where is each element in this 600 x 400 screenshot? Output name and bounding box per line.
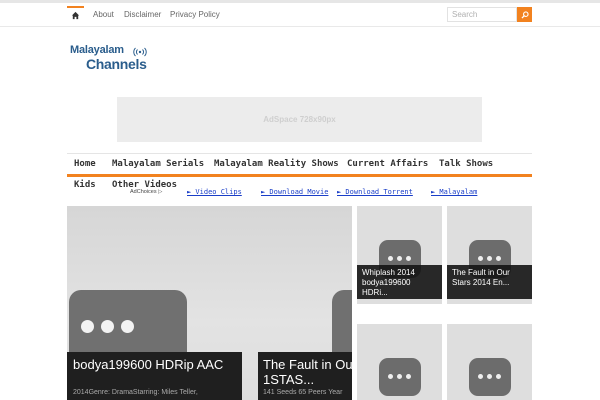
- slide-title: The Fault in Ou: [263, 357, 352, 372]
- nav-item-kids[interactable]: Kids: [74, 180, 96, 190]
- nav-item-home[interactable]: Home: [74, 159, 96, 169]
- slide-caption[interactable]: bodya199600 HDRip AAC 2014Genre: DramaSt…: [67, 352, 242, 400]
- home-icon[interactable]: [67, 6, 84, 23]
- ad-link-download-movie[interactable]: ► Download Movie: [261, 188, 328, 196]
- tile-caption: The Fault in Our Stars 2014 En...: [447, 265, 532, 299]
- top-link-disclaimer[interactable]: Disclaimer: [124, 10, 161, 19]
- post-tile[interactable]: Whiplash 2014 bodya199600 HDRi...: [357, 206, 442, 304]
- logo-text-channels: Channels: [86, 56, 147, 72]
- slide-caption[interactable]: The Fault in Ou 1STAS... 141 Seeds 65 Pe…: [258, 352, 352, 400]
- top-link-about[interactable]: About: [93, 10, 114, 19]
- site-logo[interactable]: Malayalam Channels: [70, 44, 150, 76]
- slide-meta: 2014Genre: DramaStarring: Miles Teller,: [73, 389, 198, 396]
- ad-link-download-torrent[interactable]: ► Download Torrent: [337, 188, 413, 196]
- ad-link-video-clips[interactable]: ► Video Clips: [187, 188, 242, 196]
- post-tile[interactable]: [357, 324, 442, 400]
- main-nav: Home Malayalam Serials Malayalam Reality…: [67, 153, 532, 177]
- nav-item-malayalam-reality-shows[interactable]: Malayalam Reality Shows: [214, 159, 339, 169]
- logo-text-malayalam: Malayalam: [70, 44, 124, 56]
- chat-bubble-icon: [379, 358, 421, 396]
- nav-item-talk-shows[interactable]: Talk Shows: [439, 159, 493, 169]
- top-link-privacy-policy[interactable]: Privacy Policy: [170, 10, 220, 19]
- ad-link-malayalam[interactable]: ► Malayalam: [431, 188, 477, 196]
- tile-title: The Fault in Our Stars 2014 En...: [452, 268, 510, 287]
- tile-title: Whiplash 2014 bodya199600 HDRi...: [362, 268, 415, 297]
- search-icon[interactable]: [517, 7, 532, 22]
- adchoices-label[interactable]: AdChoices ▷: [130, 189, 162, 195]
- search-input[interactable]: [447, 7, 517, 22]
- post-tile[interactable]: The Fault in Our Stars 2014 En...: [447, 206, 532, 304]
- ad-space-label: AdSpace 728x90px: [263, 115, 336, 124]
- post-tile[interactable]: [447, 324, 532, 400]
- slide-meta: 141 Seeds 65 Peers Year: [263, 389, 343, 396]
- chat-bubble-icon: [469, 358, 511, 396]
- slide-title: bodya199600 HDRip AAC: [73, 357, 224, 372]
- featured-slider[interactable]: bodya199600 HDRip AAC 2014Genre: DramaSt…: [67, 206, 352, 400]
- tile-caption: Whiplash 2014 bodya199600 HDRi...: [357, 265, 442, 299]
- ad-space-banner[interactable]: AdSpace 728x90px: [117, 97, 482, 142]
- top-bar: About Disclaimer Privacy Policy: [0, 3, 600, 27]
- slide-title-line2: 1STAS...: [263, 372, 315, 387]
- nav-item-malayalam-serials[interactable]: Malayalam Serials: [112, 159, 204, 169]
- broadcast-icon: [133, 47, 147, 57]
- nav-item-current-affairs[interactable]: Current Affairs: [347, 159, 428, 169]
